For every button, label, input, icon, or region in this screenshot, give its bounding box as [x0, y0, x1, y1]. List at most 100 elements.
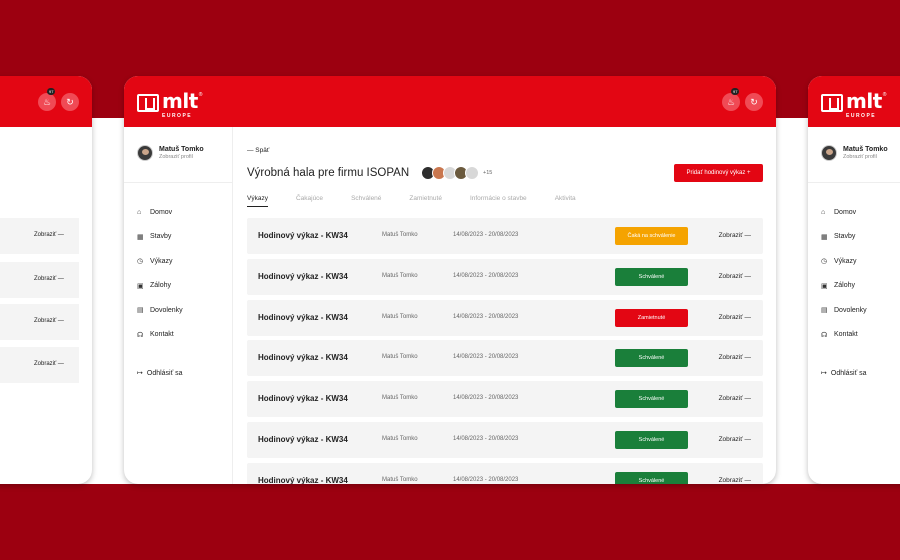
add-timesheet-button[interactable]: Pridať hodinový výkaz + — [674, 164, 763, 182]
table-row[interactable]: Hodinový výkaz - KW34 Matuš Tomko 14/08/20… — [247, 381, 763, 418]
tab-zamietnute[interactable]: Zamietnuté — [409, 195, 442, 207]
sidebar-item-label: Výkazy — [834, 257, 857, 265]
clock-icon: ◷ — [137, 258, 144, 266]
sidebar-item-label: Kontakt — [834, 331, 858, 339]
user-name: Matuš Tomko — [843, 146, 888, 153]
avatar — [465, 166, 479, 180]
table-row[interactable]: Hodinový výkaz - KW34 Matuš Tomko 14/08/20… — [247, 218, 763, 254]
home-icon: ⌂ — [821, 208, 826, 216]
user-card[interactable]: Matuš Tomko Zobraziť profil — [821, 145, 888, 161]
list-item[interactable]: Zobraziť — — [0, 304, 79, 340]
sidebar-item-zalohy[interactable]: ▣ Zálohy — [137, 274, 183, 299]
row-title: Hodinový výkaz - KW34 — [258, 312, 348, 322]
sidebar-item-vykazy[interactable]: ◷ Výkazy — [137, 249, 183, 274]
row-date-range: 14/08/2023 - 20/08/2023 — [453, 313, 519, 320]
sidebar-item-domov[interactable]: ⌂ Domov — [137, 200, 183, 225]
sidebar-item-stavby[interactable]: ▦ Stavby — [821, 225, 867, 250]
row-date-range: 14/08/2023 - 20/08/2023 — [453, 354, 519, 361]
avatar — [821, 145, 837, 161]
row-title: Hodinový výkaz - KW34 — [258, 353, 348, 363]
sidebar-nav: ⌂ Domov ▦ Stavby ◷ Výkazy ▣ Zálohy ▤ Dovolenk… — [821, 200, 867, 347]
sidebar-item-vykazy[interactable]: ◷ Výkazy — [821, 249, 867, 274]
bell-icon[interactable]: ♨ 97 — [38, 88, 56, 111]
sidebar-item-dovolenky[interactable]: ▤ Dovolenky — [137, 298, 183, 323]
logo-mark-icon — [137, 94, 159, 112]
profile-link[interactable]: Zobraziť profil — [159, 154, 204, 160]
logo-subtext: EUROPE — [162, 113, 193, 119]
view-link[interactable]: Zobraziť — — [719, 273, 751, 280]
top-bar: mlt ® EUROPE ♨ 97 ↻ — [124, 76, 776, 127]
table-row[interactable]: Hodinový výkaz - KW34 Matuš Tomko 14/08/20… — [247, 258, 763, 295]
sidebar-item-label: Dovolenky — [834, 306, 867, 314]
sidebar-item-domov[interactable]: ⌂ Domov — [821, 200, 867, 225]
row-user-name: Matuš Tomko — [382, 395, 418, 402]
list-item[interactable]: Zobraziť — — [0, 262, 79, 298]
refresh-icon[interactable]: ↻ — [61, 93, 79, 111]
page-title: Výrobná hala pre firmu ISOPAN — [247, 167, 410, 179]
tab-schvalene[interactable]: Schválené — [351, 195, 381, 207]
logo-mark-icon — [821, 94, 843, 112]
view-link[interactable]: Zobraziť — — [719, 395, 751, 402]
view-link[interactable]: Zobraziť — — [34, 232, 64, 238]
view-link[interactable]: Zobraziť — — [719, 477, 751, 484]
sidebar-item-label: Stavby — [834, 233, 856, 241]
tab-informacie[interactable]: Informácie o stavbe — [470, 195, 527, 207]
row-date-range: 14/08/2023 - 20/08/2023 — [453, 232, 519, 238]
money-icon: ▣ — [137, 282, 144, 290]
row-user-name: Matuš Tomko — [382, 476, 418, 483]
list-item[interactable]: Zobraziť — — [0, 218, 79, 254]
status-badge: Zamietnuté — [615, 308, 688, 327]
tab-bar: Výkazy Čakajúce Schválené Zamietnuté Inf… — [247, 195, 604, 207]
logout-button[interactable]: ↦ Odhlásiť sa — [137, 369, 183, 378]
view-link[interactable]: Zobraziť — — [719, 232, 751, 239]
view-link[interactable]: Zobraziť — — [719, 436, 751, 443]
table-row[interactable]: Hodinový výkaz - KW34 Matuš Tomko 14/08/20… — [247, 421, 763, 458]
view-link[interactable]: Zobraziť — — [34, 361, 64, 367]
row-user-name: Matuš Tomko — [382, 435, 418, 442]
members-more-count: +15 — [483, 170, 493, 176]
sidebar-item-kontakt[interactable]: ☊ Kontakt — [821, 323, 867, 348]
sidebar-item-kontakt[interactable]: ☊ Kontakt — [137, 323, 183, 348]
view-link[interactable]: Zobraziť — — [719, 354, 751, 361]
sidebar-item-zalohy[interactable]: ▣ Zálohy — [821, 274, 867, 299]
sidebar-item-label: Zálohy — [150, 282, 172, 290]
notification-badge: 97 — [731, 88, 740, 95]
home-icon: ⌂ — [137, 208, 142, 216]
tab-cakajuce[interactable]: Čakajúce — [296, 195, 323, 207]
row-title: Hodinový výkaz - KW34 — [258, 475, 348, 484]
bell-icon[interactable]: ♨ 97 — [722, 88, 740, 111]
sidebar-item-stavby[interactable]: ▦ Stavby — [137, 225, 183, 250]
logout-button[interactable]: ↦ Odhlásiť sa — [821, 369, 867, 378]
left-preview-frame: ♨ 97 ↻ Zobraziť — Zobraziť — Zobraziť — Z… — [0, 76, 92, 484]
sidebar-item-label: Kontakt — [150, 331, 174, 339]
user-card[interactable]: Matuš Tomko Zobraziť profil — [137, 145, 204, 161]
row-title: Hodinový výkaz - KW34 — [258, 434, 348, 444]
brand-logo[interactable]: mlt ® EUROPE — [137, 89, 202, 119]
table-row[interactable]: Hodinový výkaz - KW34 Matuš Tomko 14/08/20… — [247, 340, 763, 377]
profile-link[interactable]: Zobraziť profil — [843, 154, 888, 160]
suitcase-icon: ▤ — [137, 307, 144, 315]
building-icon: ▦ — [137, 233, 144, 241]
logo-text: mlt — [162, 89, 198, 113]
back-link[interactable]: — Späť — [247, 147, 269, 154]
member-avatars[interactable]: +15 — [421, 166, 492, 180]
table-row[interactable]: Hodinový výkaz - KW34 Matuš Tomko 14/08/20… — [247, 299, 763, 336]
view-link[interactable]: Zobraziť — — [34, 318, 64, 324]
row-user-name: Matuš Tomko — [382, 272, 418, 279]
divider — [808, 182, 900, 183]
status-badge: Čaká na schválenie — [615, 227, 688, 245]
view-link[interactable]: Zobraziť — — [34, 276, 64, 282]
sidebar-item-label: Dovolenky — [150, 306, 183, 314]
tab-aktivita[interactable]: Aktivita — [555, 195, 576, 207]
tab-vykazy[interactable]: Výkazy — [247, 195, 268, 207]
sidebar-item-dovolenky[interactable]: ▤ Dovolenky — [821, 298, 867, 323]
table-row[interactable]: Hodinový výkaz - KW34 Matuš Tomko 14/08/20… — [247, 462, 763, 484]
logout-label: Odhlásiť sa — [146, 369, 183, 377]
list-item[interactable]: Zobraziť — — [0, 347, 79, 383]
row-user-name: Matuš Tomko — [382, 313, 418, 320]
row-user-name: Matuš Tomko — [382, 354, 418, 361]
headset-icon: ☊ — [821, 331, 828, 339]
money-icon: ▣ — [821, 282, 828, 290]
refresh-icon[interactable]: ↻ — [745, 93, 763, 111]
view-link[interactable]: Zobraziť — — [719, 314, 751, 321]
